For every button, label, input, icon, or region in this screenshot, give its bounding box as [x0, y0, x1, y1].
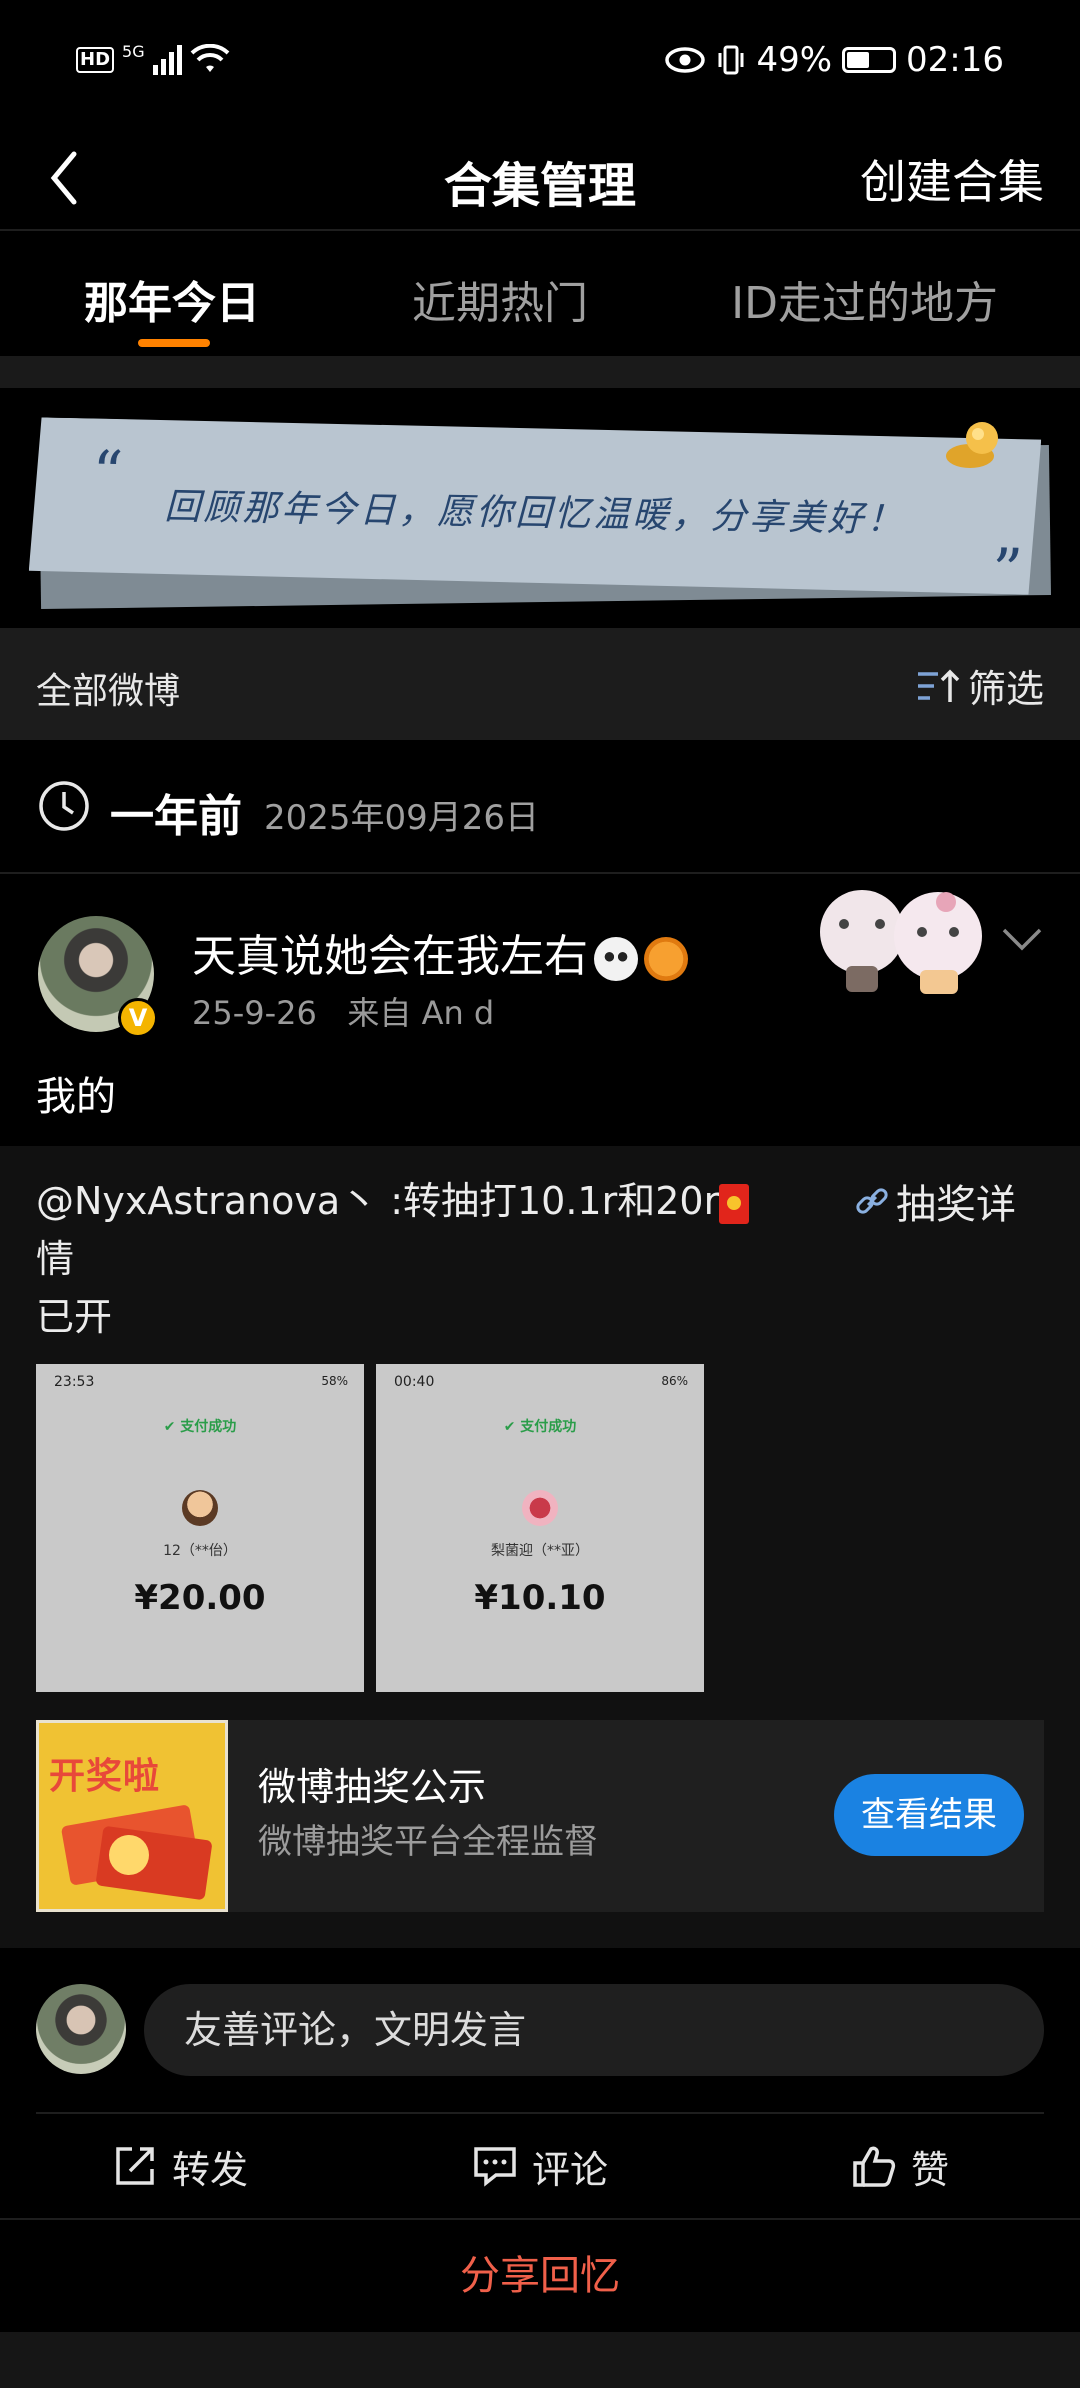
- sort-filter-icon: [917, 669, 960, 702]
- memory-banner: “ 回顾那年今日，愿你回忆温暖，分享美好！ ”: [0, 388, 1080, 628]
- banner-paper: “ 回顾那年今日，愿你回忆温暖，分享美好！ ”: [29, 417, 1042, 595]
- filter-button[interactable]: 筛选: [916, 658, 1044, 713]
- lottery-card-subtitle: 微博抽奖平台全程监督: [258, 1822, 598, 1862]
- lottery-thumbnail: 开奖啦: [36, 1720, 228, 1912]
- banner-text: 回顾那年今日，愿你回忆温暖，分享美好！: [164, 486, 906, 541]
- thumb-time: 00:40: [394, 1374, 435, 1390]
- payment-amount: ¥20.00: [134, 1578, 266, 1618]
- eye-icon: [665, 47, 706, 73]
- payment-screenshot-2[interactable]: 00:40 86% ✔ 支付成功 梨菌迎（**亚） ¥10.10: [376, 1364, 704, 1692]
- status-bar: HD 5G 49% 02:16: [0, 0, 1080, 128]
- tab-bar: 那年今日 近期热门 ID走过的地方: [0, 231, 1080, 355]
- verified-badge-icon: V: [118, 998, 158, 1038]
- filter-bar: 全部微博 筛选: [0, 628, 1080, 740]
- thumb-status: 86%: [661, 1374, 688, 1388]
- lottery-detail-label: 抽奖详: [896, 1182, 1016, 1228]
- create-collection-button[interactable]: 创建合集: [860, 146, 1044, 212]
- post-meta: 25-9-26 来自 An d: [192, 988, 494, 1034]
- payee-avatar: [182, 1490, 218, 1526]
- my-avatar: [36, 1984, 126, 2074]
- thumb-status: 58%: [321, 1374, 348, 1388]
- clock-time: 02:16: [906, 40, 1004, 80]
- thumbs-up-icon: [853, 2146, 896, 2187]
- lottery-detail-link[interactable]: 抽奖详: [854, 1172, 1016, 1230]
- thumb-time: 23:53: [54, 1374, 95, 1390]
- tab-that-day[interactable]: 那年今日: [0, 231, 340, 355]
- comment-label: 评论: [531, 2147, 608, 2192]
- red-packet-emoji-icon: [719, 1183, 750, 1224]
- payment-amount: ¥10.10: [474, 1578, 606, 1618]
- network-type: 5G: [122, 42, 145, 61]
- comment-icon: [474, 2147, 516, 2187]
- reposted-content[interactable]: @NyxAstranova丶 :转抽打10.1r和20r 情 已开 抽奖详 23…: [0, 1146, 1080, 1948]
- status-left: HD 5G: [76, 44, 230, 76]
- like-label: 赞: [910, 2147, 949, 2192]
- view-result-button[interactable]: 查看结果: [834, 1774, 1024, 1856]
- comment-input[interactable]: 友善评论，文明发言: [144, 1984, 1044, 2076]
- repost-line-1: @NyxAstranova丶 :转抽打10.1r和20r: [36, 1179, 720, 1223]
- repost-icon: [116, 2147, 154, 2185]
- post-username[interactable]: 天真说她会在我左右: [192, 920, 688, 984]
- repost-button[interactable]: 转发: [0, 2114, 360, 2218]
- tab-recent-hot[interactable]: 近期热门: [340, 231, 660, 355]
- quote-close: ”: [991, 535, 1024, 607]
- payee-name: 梨菌迎（**亚）: [491, 1543, 589, 1559]
- absolute-date: 2025年09月26日: [264, 798, 540, 838]
- relative-date: 一年前: [110, 791, 242, 842]
- date-header: 一年前 2025年09月26日: [0, 740, 1080, 872]
- thumb-pay-success: ✔ 支付成功: [503, 1419, 577, 1435]
- panda-emoji-icon: [594, 937, 638, 981]
- all-weibo-label[interactable]: 全部微博: [36, 662, 180, 714]
- section-gap: [0, 356, 1080, 388]
- sheep-sticker-icon: [820, 890, 982, 994]
- post-time: 25-9-26: [192, 994, 317, 1032]
- chevron-down-icon[interactable]: [1000, 924, 1044, 954]
- payee-avatar: [522, 1490, 558, 1526]
- nav-bar: 合集管理 创建合集: [0, 128, 1080, 228]
- bottom-strip: [0, 2332, 1080, 2388]
- post-text: 我的: [36, 1074, 116, 1120]
- action-bar: 转发 评论 赞: [0, 2114, 1080, 2218]
- username-text: 天真说她会在我左右: [192, 931, 588, 982]
- vibrate-icon: [718, 45, 744, 75]
- comment-button[interactable]: 评论: [360, 2114, 720, 2218]
- share-memory-button[interactable]: 分享回忆: [0, 2220, 1080, 2332]
- signal-icon: [152, 45, 182, 75]
- lottery-card-title: 微博抽奖公示: [258, 1765, 487, 1809]
- payee-name: 12（**佁）: [163, 1543, 237, 1559]
- comment-row: 友善评论，文明发言: [0, 1948, 1080, 2112]
- pufferfish-emoji-icon: [644, 937, 688, 981]
- battery-icon: [842, 47, 897, 73]
- clock-icon: [39, 781, 89, 831]
- hd-icon: HD: [76, 47, 115, 73]
- thumb-pay-label: 支付成功: [520, 1419, 577, 1435]
- thumb-pay-label: 支付成功: [180, 1419, 237, 1435]
- payment-screenshot-1[interactable]: 23:53 58% ✔ 支付成功 12（**佁） ¥20.00: [36, 1364, 364, 1692]
- filter-label: 筛选: [967, 667, 1044, 711]
- repost-label: 转发: [171, 2147, 248, 2192]
- repost-line-2: 情: [36, 1237, 75, 1281]
- battery-percent: 49%: [756, 40, 833, 80]
- lottery-thumbnail-text: 开奖啦: [49, 1756, 161, 1797]
- lottery-announcement-card[interactable]: 开奖啦 微博抽奖公示 微博抽奖平台全程监督 查看结果: [36, 1720, 1044, 1912]
- thumb-pay-success: ✔ 支付成功: [163, 1419, 237, 1435]
- tab-places[interactable]: ID走过的地方: [660, 231, 1080, 355]
- repost-line-3: 已开: [36, 1295, 113, 1339]
- link-icon: [856, 1188, 888, 1214]
- status-right: 49% 02:16: [664, 40, 1004, 80]
- post-source: 来自 An d: [347, 994, 495, 1032]
- like-button[interactable]: 赞: [720, 2114, 1080, 2218]
- repost-text: @NyxAstranova丶 :转抽打10.1r和20r 情 已开: [36, 1172, 836, 1346]
- wifi-icon: [190, 44, 229, 72]
- coin-shape: [109, 1835, 149, 1875]
- pushpin-icon: [946, 422, 998, 468]
